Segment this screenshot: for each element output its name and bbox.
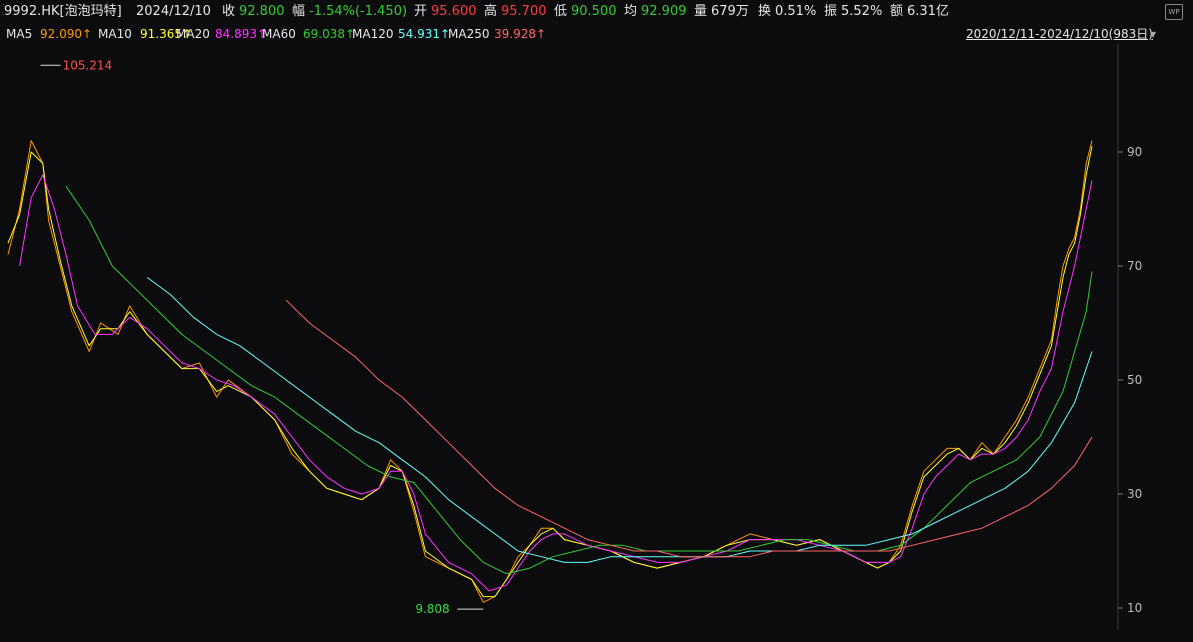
ma120-value: 54.931↑ bbox=[398, 27, 451, 41]
y-tick-label: 50 bbox=[1127, 373, 1142, 387]
y-tick-label: 10 bbox=[1127, 601, 1142, 615]
high-annotation: 105.214 bbox=[63, 58, 113, 72]
open-label: 开 bbox=[414, 4, 428, 19]
ma10-label: MA10 bbox=[98, 27, 132, 41]
amount-label: 额 bbox=[890, 4, 904, 19]
amplitude-label: 振 bbox=[824, 4, 838, 19]
ma20-value: 84.893↑ bbox=[215, 27, 268, 41]
wp-icon[interactable]: WP bbox=[1165, 4, 1183, 20]
ma60-value: 69.038↑ bbox=[303, 27, 356, 41]
ma250-value: 39.928↑ bbox=[494, 27, 547, 41]
ma60-label: MA60 bbox=[262, 27, 296, 41]
stock-symbol[interactable]: 9992.HK[泡泡玛特] bbox=[4, 0, 122, 24]
turnover-label: 换 bbox=[758, 4, 772, 19]
y-tick-label: 90 bbox=[1127, 145, 1142, 159]
turnover-value: 0.51% bbox=[775, 4, 817, 19]
price-chart[interactable]: 10 30 50 70 90 105.214 9.808 bbox=[0, 44, 1193, 642]
date-range[interactable]: 2020/12/11-2024/12/10(983日) bbox=[966, 24, 1153, 44]
open-value: 95.600 bbox=[431, 4, 477, 19]
high-label: 高 bbox=[484, 4, 498, 19]
avg-value: 92.909 bbox=[641, 4, 687, 19]
quote-header: 9992.HK[泡泡玛特] 2024/12/10 收 92.800 幅 -1.5… bbox=[0, 0, 1193, 24]
ma5-label: MA5 bbox=[6, 27, 33, 41]
amplitude-value: 5.52% bbox=[841, 4, 883, 19]
moving-average-legend: MA5 92.090↑ MA10 91.365↑ MA20 84.893↑ MA… bbox=[0, 24, 1193, 44]
ma120-label: MA120 bbox=[352, 27, 394, 41]
close-label: 收 bbox=[222, 4, 236, 19]
ma20-label: MA20 bbox=[176, 27, 210, 41]
amount-value: 6.31亿 bbox=[907, 4, 949, 19]
change-value: -1.54%(-1.450) bbox=[309, 4, 408, 19]
ma5-value: 92.090↑ bbox=[40, 27, 93, 41]
low-label: 低 bbox=[554, 4, 568, 19]
y-tick-label: 30 bbox=[1127, 487, 1142, 501]
chevron-down-icon[interactable]: ▾ bbox=[1150, 24, 1156, 44]
close-value: 92.800 bbox=[239, 4, 285, 19]
ma250-label: MA250 bbox=[448, 27, 490, 41]
change-label: 幅 bbox=[292, 4, 306, 19]
quote-date: 2024/12/10 bbox=[136, 4, 211, 19]
volume-label: 量 bbox=[694, 4, 708, 19]
high-value: 95.700 bbox=[501, 4, 547, 19]
low-annotation: 9.808 bbox=[415, 602, 449, 616]
y-tick-label: 70 bbox=[1127, 259, 1142, 273]
volume-value: 679万 bbox=[711, 4, 749, 19]
avg-label: 均 bbox=[624, 4, 638, 19]
low-value: 90.500 bbox=[571, 4, 617, 19]
